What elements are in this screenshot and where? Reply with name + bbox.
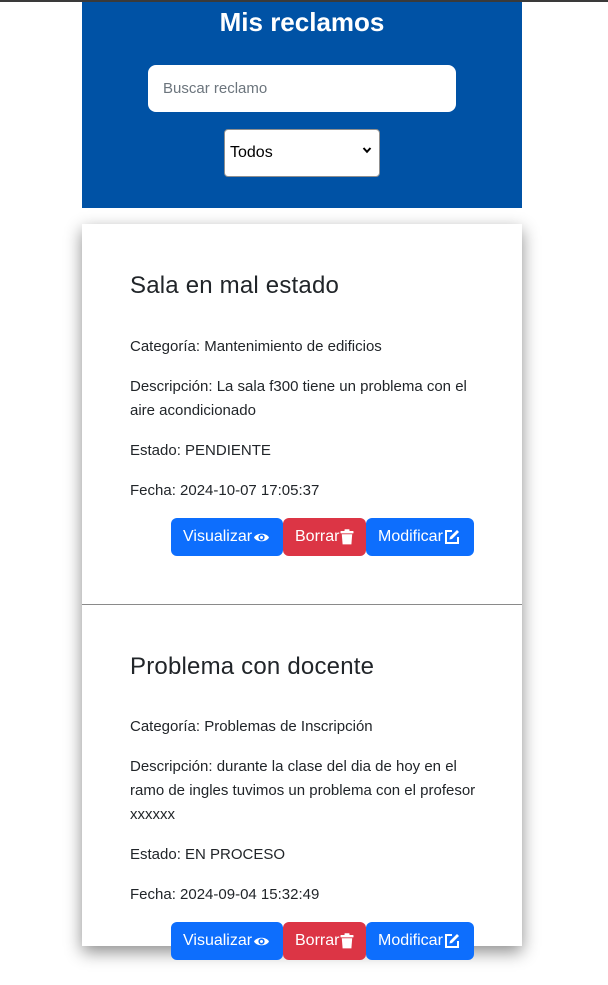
reclamo-category: Categoría: Problemas de Inscripción xyxy=(130,718,373,735)
modificar-button[interactable]: Modificar xyxy=(366,518,474,556)
status-filter-select[interactable]: Todos xyxy=(224,129,380,177)
borrar-label: Borrar xyxy=(295,932,340,949)
trash-icon xyxy=(340,529,354,545)
modificar-button[interactable]: Modificar xyxy=(366,922,474,960)
borrar-button[interactable]: Borrar xyxy=(283,922,366,960)
header: Mis reclamos Todos xyxy=(82,2,522,208)
reclamos-list: Sala en mal estado Categoría: Mantenimie… xyxy=(82,224,522,960)
eye-icon xyxy=(254,937,270,945)
borrar-button[interactable]: Borrar xyxy=(283,518,366,556)
modificar-label: Modificar xyxy=(378,528,443,545)
reclamo-title: Sala en mal estado xyxy=(130,272,340,299)
borrar-label: Borrar xyxy=(295,528,340,545)
visualizar-label: Visualizar xyxy=(183,932,253,949)
page-title: Mis reclamos xyxy=(219,7,385,37)
reclamo-date: Fecha: 2024-10-07 17:05:37 xyxy=(130,482,320,499)
visualizar-button[interactable]: Visualizar xyxy=(171,922,283,960)
eye-icon xyxy=(254,533,270,541)
edit-icon xyxy=(444,934,459,948)
reclamo-card: Sala en mal estado Categoría: Mantenimie… xyxy=(82,224,522,605)
chevron-down-icon xyxy=(362,147,372,154)
reclamo-category: Categoría: Mantenimiento de edificios xyxy=(130,338,382,355)
modificar-label: Modificar xyxy=(378,932,443,949)
reclamo-description: Descripción: La sala f300 tiene un probl… xyxy=(130,378,467,419)
reclamo-card: Problema con docente Categoría: Problema… xyxy=(82,605,522,985)
reclamo-status: Estado: EN PROCESO xyxy=(130,846,286,863)
trash-icon xyxy=(340,933,354,949)
visualizar-button[interactable]: Visualizar xyxy=(171,518,283,556)
reclamo-title: Problema con docente xyxy=(130,653,375,680)
edit-icon xyxy=(444,530,459,544)
reclamo-date: Fecha: 2024-09-04 15:32:49 xyxy=(130,886,320,903)
reclamo-description: Descripción: durante la clase del dia de… xyxy=(130,758,476,823)
visualizar-label: Visualizar xyxy=(183,528,253,545)
status-filter-value: Todos xyxy=(230,144,273,161)
search-input[interactable] xyxy=(148,65,456,112)
reclamo-status: Estado: PENDIENTE xyxy=(130,442,271,459)
